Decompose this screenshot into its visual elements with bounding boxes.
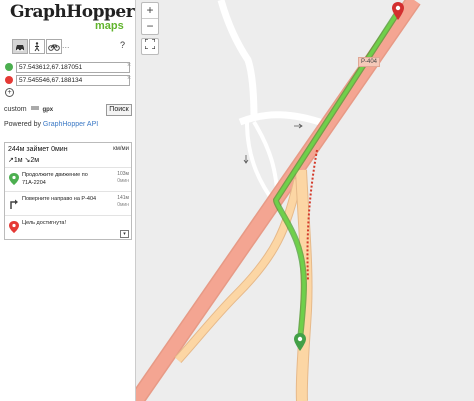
route-instructions-panel: 244м займет 0мин км/ми ↗1м ↘2м Продолжит… xyxy=(4,142,132,240)
help-button[interactable]: ? xyxy=(120,40,125,50)
instruction-text: Поверните направо на Р-404 xyxy=(22,196,97,202)
oneway-arrow-icon xyxy=(243,155,249,164)
add-point-button[interactable]: + xyxy=(5,88,14,97)
instruction-text: Продолжите движение по 71А-2204 xyxy=(22,172,88,186)
vehicle-bike-button[interactable] xyxy=(46,39,62,54)
powered-by: Powered by GraphHopper API xyxy=(4,121,98,128)
instruction-step[interactable]: Продолжите движение по 71А-2204 103м 0ми… xyxy=(5,167,131,192)
start-marker-icon xyxy=(9,173,19,185)
zoom-in-button[interactable]: + xyxy=(142,3,158,18)
logo-subtitle: maps xyxy=(95,20,124,32)
route-summary: 244м займет 0мин xyxy=(8,146,68,153)
finish-marker-icon xyxy=(9,221,19,233)
vehicle-foot-button[interactable] xyxy=(29,39,45,54)
instruction-time: 0мин xyxy=(117,202,129,208)
turn-right-icon xyxy=(10,199,18,209)
instruction-time: 0мин xyxy=(117,178,129,184)
search-button[interactable]: Поиск xyxy=(106,104,132,116)
minor-road xyxy=(238,111,328,128)
walk-icon xyxy=(34,41,40,51)
fullscreen-button[interactable] xyxy=(141,38,159,55)
remove-to-point-button[interactable]: × xyxy=(127,75,131,82)
custom-model-link[interactable]: custom xyxy=(4,106,27,113)
road-label: Р-404 xyxy=(358,57,381,67)
elevation-summary: ↗1м ↘2м xyxy=(8,157,40,164)
units-toggle[interactable]: км/ми xyxy=(113,146,129,152)
vehicle-selector xyxy=(12,39,62,54)
remove-from-point-button[interactable]: × xyxy=(127,62,131,69)
fullscreen-icon xyxy=(144,38,156,50)
graphhopper-api-link[interactable]: GraphHopper API xyxy=(43,121,98,128)
to-point-row: 57.545546,67.188134 × xyxy=(4,75,134,86)
instruction-text: Цель достигнута! xyxy=(22,220,66,226)
instruction-step[interactable]: Поверните направо на Р-404 141м 0мин xyxy=(5,191,131,216)
instruction-step[interactable]: Цель достигнута! xyxy=(5,215,131,240)
sidebar: GraphHopper maps ... ? 57.543612,67.1870… xyxy=(0,0,136,401)
from-marker-icon xyxy=(5,63,13,71)
zoom-out-button[interactable]: − xyxy=(142,18,158,34)
oneway-arrow-icon xyxy=(294,123,303,129)
instruction-distance: 103м xyxy=(117,171,129,177)
graphhopper-logo[interactable]: GraphHopper xyxy=(10,2,135,22)
to-point-input[interactable]: 57.545546,67.188134 xyxy=(16,75,130,86)
map-view[interactable]: + − Р-404 xyxy=(136,0,474,401)
more-options-button[interactable]: ... xyxy=(62,40,70,50)
custom-model-row: custom gpx xyxy=(4,105,53,113)
bike-icon xyxy=(48,44,60,51)
map-canvas[interactable] xyxy=(136,0,474,401)
from-point-input[interactable]: 57.543612,67.187051 xyxy=(16,62,130,73)
expand-instructions-button[interactable]: ▾ xyxy=(120,230,129,238)
to-marker-icon xyxy=(5,76,13,84)
settings-icon[interactable] xyxy=(30,105,39,111)
from-point-row: 57.543612,67.187051 × xyxy=(4,62,134,73)
minor-road xyxy=(217,0,258,121)
instruction-distance: 141м xyxy=(117,195,129,201)
vehicle-car-button[interactable] xyxy=(12,39,28,54)
gpx-export-button[interactable]: gpx xyxy=(42,107,53,113)
powered-by-prefix: Powered by xyxy=(4,121,43,128)
zoom-control: + − xyxy=(141,2,159,35)
car-icon xyxy=(16,44,24,51)
